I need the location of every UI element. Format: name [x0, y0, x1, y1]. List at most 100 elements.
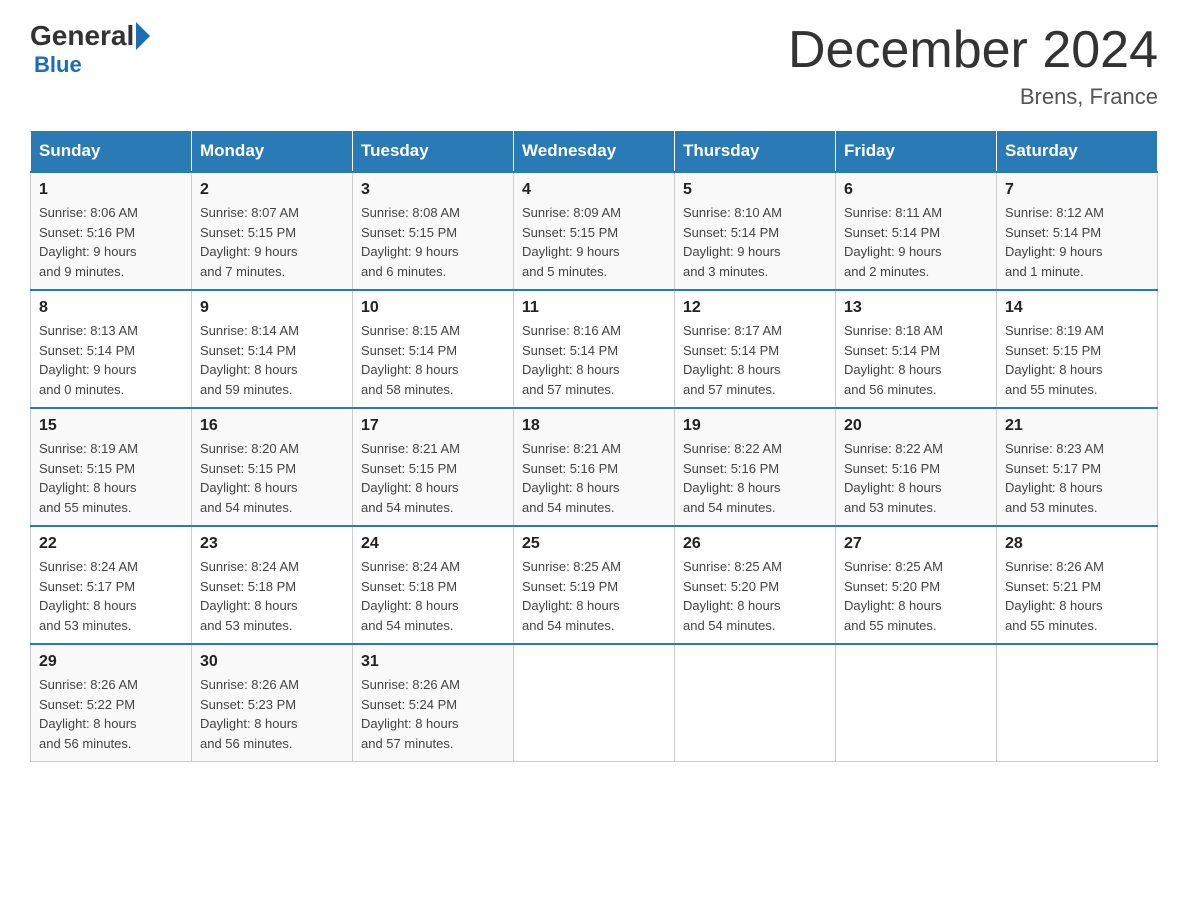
logo: General Blue [30, 20, 152, 78]
calendar-cell: 14 Sunrise: 8:19 AMSunset: 5:15 PMDayligh… [997, 290, 1158, 408]
logo-blue-text: Blue [34, 52, 82, 77]
calendar-cell: 9 Sunrise: 8:14 AMSunset: 5:14 PMDaylight… [192, 290, 353, 408]
day-number: 31 [361, 653, 505, 671]
calendar-cell: 3 Sunrise: 8:08 AMSunset: 5:15 PMDaylight… [353, 172, 514, 290]
day-number: 7 [1005, 181, 1149, 199]
day-info: Sunrise: 8:21 AMSunset: 5:15 PMDaylight:… [361, 439, 505, 517]
day-number: 5 [683, 181, 827, 199]
calendar-cell: 29 Sunrise: 8:26 AMSunset: 5:22 PMDayligh… [31, 644, 192, 762]
day-info: Sunrise: 8:07 AMSunset: 5:15 PMDaylight:… [200, 203, 344, 281]
day-info: Sunrise: 8:13 AMSunset: 5:14 PMDaylight:… [39, 321, 183, 399]
calendar-table: SundayMondayTuesdayWednesdayThursdayFrid… [30, 130, 1158, 762]
day-info: Sunrise: 8:25 AMSunset: 5:20 PMDaylight:… [844, 557, 988, 635]
day-number: 22 [39, 535, 183, 553]
day-number: 13 [844, 299, 988, 317]
location: Brens, France [788, 84, 1158, 110]
calendar-cell: 2Sunrise: 8:07 AMSunset: 5:15 PMDaylight… [192, 172, 353, 290]
calendar-cell: 26 Sunrise: 8:25 AMSunset: 5:20 PMDayligh… [675, 526, 836, 644]
day-header-sunday: Sunday [31, 131, 192, 173]
day-info: Sunrise: 8:26 AMSunset: 5:22 PMDaylight:… [39, 675, 183, 753]
month-title: December 2024 [788, 20, 1158, 80]
day-header-wednesday: Wednesday [514, 131, 675, 173]
day-header-tuesday: Tuesday [353, 131, 514, 173]
day-number: 29 [39, 653, 183, 671]
calendar-cell: 27Sunrise: 8:25 AMSunset: 5:20 PMDayligh… [836, 526, 997, 644]
day-number: 18 [522, 417, 666, 435]
day-number: 6 [844, 181, 988, 199]
calendar-cell: 18 Sunrise: 8:21 AMSunset: 5:16 PMDayligh… [514, 408, 675, 526]
day-info: Sunrise: 8:19 AMSunset: 5:15 PMDaylight:… [1005, 321, 1149, 399]
day-info: Sunrise: 8:24 AMSunset: 5:17 PMDaylight:… [39, 557, 183, 635]
calendar-cell: 22 Sunrise: 8:24 AMSunset: 5:17 PMDayligh… [31, 526, 192, 644]
calendar-cell: 24 Sunrise: 8:24 AMSunset: 5:18 PMDayligh… [353, 526, 514, 644]
day-header-saturday: Saturday [997, 131, 1158, 173]
day-info: Sunrise: 8:26 AMSunset: 5:23 PMDaylight:… [200, 675, 344, 753]
day-info: Sunrise: 8:26 AMSunset: 5:21 PMDaylight:… [1005, 557, 1149, 635]
day-info: Sunrise: 8:15 AMSunset: 5:14 PMDaylight:… [361, 321, 505, 399]
day-number: 4 [522, 181, 666, 199]
logo-arrow-icon [136, 22, 150, 50]
day-info: Sunrise: 8:09 AMSunset: 5:15 PMDaylight:… [522, 203, 666, 281]
day-number: 10 [361, 299, 505, 317]
calendar-cell: 6 Sunrise: 8:11 AMSunset: 5:14 PMDaylight… [836, 172, 997, 290]
calendar-cell: 25 Sunrise: 8:25 AMSunset: 5:19 PMDayligh… [514, 526, 675, 644]
day-number: 9 [200, 299, 344, 317]
day-info: Sunrise: 8:21 AMSunset: 5:16 PMDaylight:… [522, 439, 666, 517]
day-number: 26 [683, 535, 827, 553]
calendar-cell: 16Sunrise: 8:20 AMSunset: 5:15 PMDayligh… [192, 408, 353, 526]
week-row-5: 29 Sunrise: 8:26 AMSunset: 5:22 PMDayligh… [31, 644, 1158, 762]
calendar-cell: 10 Sunrise: 8:15 AMSunset: 5:14 PMDayligh… [353, 290, 514, 408]
logo-general-text: General [30, 20, 134, 52]
day-number: 28 [1005, 535, 1149, 553]
calendar-cell: 31 Sunrise: 8:26 AMSunset: 5:24 PMDayligh… [353, 644, 514, 762]
calendar-cell: 17 Sunrise: 8:21 AMSunset: 5:15 PMDayligh… [353, 408, 514, 526]
calendar-cell [836, 644, 997, 762]
week-row-2: 8 Sunrise: 8:13 AMSunset: 5:14 PMDaylight… [31, 290, 1158, 408]
day-number: 14 [1005, 299, 1149, 317]
day-number: 24 [361, 535, 505, 553]
calendar-cell: 20Sunrise: 8:22 AMSunset: 5:16 PMDayligh… [836, 408, 997, 526]
calendar-cell: 7 Sunrise: 8:12 AMSunset: 5:14 PMDaylight… [997, 172, 1158, 290]
calendar-header-row: SundayMondayTuesdayWednesdayThursdayFrid… [31, 131, 1158, 173]
calendar-cell: 4 Sunrise: 8:09 AMSunset: 5:15 PMDaylight… [514, 172, 675, 290]
day-number: 12 [683, 299, 827, 317]
day-info: Sunrise: 8:24 AMSunset: 5:18 PMDaylight:… [361, 557, 505, 635]
title-block: December 2024 Brens, France [788, 20, 1158, 110]
day-number: 21 [1005, 417, 1149, 435]
day-number: 11 [522, 299, 666, 317]
calendar-cell: 30 Sunrise: 8:26 AMSunset: 5:23 PMDayligh… [192, 644, 353, 762]
day-number: 30 [200, 653, 344, 671]
day-number: 15 [39, 417, 183, 435]
calendar-cell: 8 Sunrise: 8:13 AMSunset: 5:14 PMDaylight… [31, 290, 192, 408]
day-info: Sunrise: 8:08 AMSunset: 5:15 PMDaylight:… [361, 203, 505, 281]
day-info: Sunrise: 8:17 AMSunset: 5:14 PMDaylight:… [683, 321, 827, 399]
calendar-cell [514, 644, 675, 762]
day-header-friday: Friday [836, 131, 997, 173]
week-row-1: 1Sunrise: 8:06 AMSunset: 5:16 PMDaylight… [31, 172, 1158, 290]
calendar-cell: 15 Sunrise: 8:19 AMSunset: 5:15 PMDayligh… [31, 408, 192, 526]
day-info: Sunrise: 8:22 AMSunset: 5:16 PMDaylight:… [683, 439, 827, 517]
day-number: 3 [361, 181, 505, 199]
week-row-4: 22 Sunrise: 8:24 AMSunset: 5:17 PMDayligh… [31, 526, 1158, 644]
day-number: 17 [361, 417, 505, 435]
day-number: 19 [683, 417, 827, 435]
day-info: Sunrise: 8:14 AMSunset: 5:14 PMDaylight:… [200, 321, 344, 399]
day-info: Sunrise: 8:06 AMSunset: 5:16 PMDaylight:… [39, 203, 183, 281]
calendar-cell [997, 644, 1158, 762]
day-header-monday: Monday [192, 131, 353, 173]
day-info: Sunrise: 8:19 AMSunset: 5:15 PMDaylight:… [39, 439, 183, 517]
calendar-cell: 19 Sunrise: 8:22 AMSunset: 5:16 PMDayligh… [675, 408, 836, 526]
day-header-thursday: Thursday [675, 131, 836, 173]
day-info: Sunrise: 8:10 AMSunset: 5:14 PMDaylight:… [683, 203, 827, 281]
day-info: Sunrise: 8:26 AMSunset: 5:24 PMDaylight:… [361, 675, 505, 753]
day-info: Sunrise: 8:24 AMSunset: 5:18 PMDaylight:… [200, 557, 344, 635]
day-info: Sunrise: 8:12 AMSunset: 5:14 PMDaylight:… [1005, 203, 1149, 281]
day-info: Sunrise: 8:11 AMSunset: 5:14 PMDaylight:… [844, 203, 988, 281]
calendar-cell: 5 Sunrise: 8:10 AMSunset: 5:14 PMDaylight… [675, 172, 836, 290]
day-number: 8 [39, 299, 183, 317]
day-info: Sunrise: 8:25 AMSunset: 5:19 PMDaylight:… [522, 557, 666, 635]
day-number: 25 [522, 535, 666, 553]
day-info: Sunrise: 8:22 AMSunset: 5:16 PMDaylight:… [844, 439, 988, 517]
day-number: 23 [200, 535, 344, 553]
day-info: Sunrise: 8:25 AMSunset: 5:20 PMDaylight:… [683, 557, 827, 635]
